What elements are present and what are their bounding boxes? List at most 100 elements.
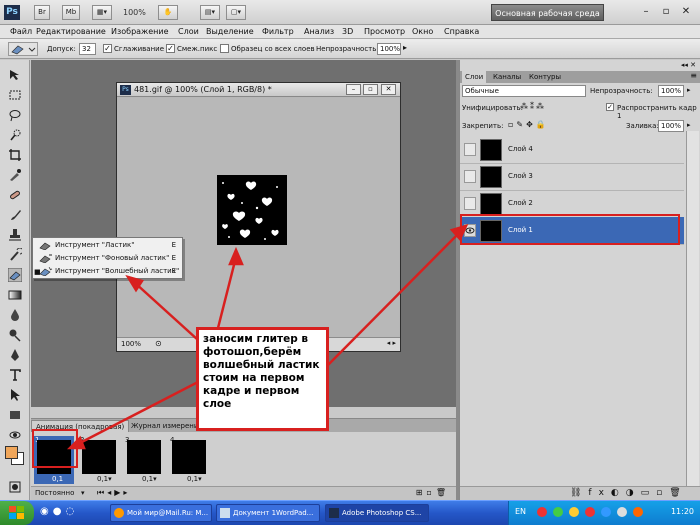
history-brush-tool-icon[interactable] bbox=[8, 248, 22, 262]
doc-restore-icon[interactable]: ▫ bbox=[363, 84, 378, 95]
propagate-checkbox[interactable]: ✓ bbox=[606, 103, 614, 111]
3d-rotate-tool-icon[interactable] bbox=[8, 428, 22, 442]
animation-frame-4[interactable]: 4 0,1▾ bbox=[169, 436, 209, 484]
minibridge-button[interactable]: Mb bbox=[62, 5, 80, 20]
tray-app-icon[interactable] bbox=[569, 507, 579, 517]
lock-buttons-icon[interactable]: ▫✎✥🔒 bbox=[508, 120, 549, 129]
menu-file[interactable]: Файл bbox=[10, 27, 32, 36]
frame-actions-icon[interactable]: ⊞▫🗑 bbox=[416, 488, 450, 497]
unify-buttons-icon[interactable]: ⁂⁑⁂ bbox=[520, 102, 546, 111]
menu-3d[interactable]: 3D bbox=[342, 27, 353, 36]
blur-tool-icon[interactable] bbox=[8, 308, 22, 322]
tray-volume-icon[interactable] bbox=[617, 507, 627, 517]
path-selection-tool-icon[interactable] bbox=[8, 388, 22, 402]
panel-collapse-icon[interactable]: ◂◂ ✕ bbox=[681, 61, 696, 69]
menu-help[interactable]: Справка bbox=[444, 27, 479, 36]
minimize-icon[interactable]: – bbox=[640, 6, 652, 18]
tab-measurement-log[interactable]: Журнал измерений bbox=[127, 420, 207, 432]
eraser-tool-icon[interactable] bbox=[8, 268, 22, 282]
marquee-tool-icon[interactable] bbox=[8, 88, 22, 102]
layer-row-4[interactable]: Слой 4 bbox=[460, 136, 684, 164]
doc-scroll-icon[interactable]: ◂ ▸ bbox=[387, 339, 396, 347]
document-zoom[interactable]: 100% bbox=[121, 340, 141, 348]
frame-delay[interactable]: 0,1▾ bbox=[97, 475, 112, 483]
view-extras-icon[interactable]: ▦▾ bbox=[92, 5, 112, 20]
tab-layers[interactable]: Слои bbox=[462, 71, 487, 83]
menu-select[interactable]: Выделение bbox=[206, 27, 254, 36]
document-canvas[interactable] bbox=[118, 98, 399, 338]
status-info-icon[interactable]: ⊙ bbox=[155, 339, 162, 348]
doc-minimize-icon[interactable]: – bbox=[346, 84, 361, 95]
pen-tool-icon[interactable] bbox=[8, 348, 22, 362]
arrange-documents-icon[interactable]: ▤▾ bbox=[200, 5, 220, 20]
layer-actions-icon[interactable]: ⛓fx◐◑▭▫🗑 bbox=[570, 488, 688, 498]
menu-window[interactable]: Окно bbox=[412, 27, 433, 36]
animation-frame-2[interactable]: 2 0,1▾ bbox=[79, 436, 119, 484]
start-button[interactable] bbox=[0, 501, 34, 525]
opacity-input[interactable]: 100% bbox=[377, 43, 401, 55]
flyout-item-magic-eraser[interactable]: ■ Инструмент "Волшебный ластик" E bbox=[33, 265, 182, 278]
quick-selection-tool-icon[interactable] bbox=[8, 128, 22, 142]
document-titlebar[interactable]: Ps 481.gif @ 100% (Слой 1, RGB/8) * – ▫ … bbox=[117, 83, 400, 97]
type-tool-icon[interactable] bbox=[8, 368, 22, 382]
panel-menu-icon[interactable]: ≡ bbox=[690, 71, 697, 80]
playback-controls-icon[interactable]: ⏮◂▶▸ bbox=[97, 488, 130, 498]
visibility-toggle[interactable] bbox=[464, 197, 476, 210]
task-mail-ru[interactable]: Мой мир@Mail.Ru: М... bbox=[110, 504, 212, 522]
tray-messenger-icon[interactable] bbox=[601, 507, 611, 517]
dodge-tool-icon[interactable] bbox=[8, 328, 22, 342]
layer-opacity-input[interactable]: 100% bbox=[658, 85, 684, 97]
tray-mail-icon[interactable] bbox=[633, 507, 643, 517]
fill-input[interactable]: 100% bbox=[658, 120, 684, 132]
quicklaunch-icons[interactable]: ◉●◌ bbox=[40, 506, 78, 517]
screen-mode-icon[interactable]: ▢▾ bbox=[226, 5, 246, 20]
flyout-item-background-eraser[interactable]: Инструмент "Фоновый ластик" E bbox=[33, 252, 182, 265]
antialias-checkbox[interactable]: ✓ bbox=[103, 44, 112, 53]
frame-delay[interactable]: 0,1▾ bbox=[187, 475, 202, 483]
eyedropper-tool-icon[interactable] bbox=[8, 168, 22, 182]
quick-mask-icon[interactable] bbox=[8, 480, 22, 494]
shape-tool-icon[interactable] bbox=[8, 408, 22, 422]
tab-channels[interactable]: Каналы bbox=[490, 71, 524, 83]
loop-options-select[interactable]: Постоянно bbox=[35, 489, 74, 497]
crop-tool-icon[interactable] bbox=[8, 148, 22, 162]
fill-slider-icon[interactable]: ▸ bbox=[687, 121, 691, 129]
move-tool-icon[interactable] bbox=[8, 68, 22, 82]
tray-update-icon[interactable] bbox=[585, 507, 595, 517]
menu-layers[interactable]: Слои bbox=[178, 27, 199, 36]
menu-image[interactable]: Изображение bbox=[111, 27, 169, 36]
doc-close-icon[interactable]: ✕ bbox=[381, 84, 396, 95]
layers-scrollbar[interactable] bbox=[686, 131, 699, 491]
tool-preset-picker[interactable] bbox=[8, 42, 38, 56]
zoom-level[interactable]: 100% bbox=[123, 8, 146, 17]
gradient-tool-icon[interactable] bbox=[8, 288, 22, 302]
menu-filter[interactable]: Фильтр bbox=[262, 27, 294, 36]
loop-dropdown-icon[interactable]: ▾ bbox=[81, 489, 85, 497]
visibility-toggle[interactable] bbox=[464, 170, 476, 183]
hand-tool-icon[interactable]: ✋ bbox=[158, 5, 178, 20]
visibility-toggle[interactable] bbox=[464, 143, 476, 156]
menu-view[interactable]: Просмотр bbox=[364, 27, 405, 36]
brush-tool-icon[interactable] bbox=[8, 208, 22, 222]
animation-frame-3[interactable]: 3 0,1▾ bbox=[124, 436, 164, 484]
lasso-tool-icon[interactable] bbox=[8, 108, 22, 122]
task-photoshop[interactable]: Adobe Photoshop CS... bbox=[325, 504, 429, 522]
foreground-color-swatch[interactable] bbox=[5, 446, 18, 459]
layer-row-3[interactable]: Слой 3 bbox=[460, 163, 684, 191]
flyout-item-eraser[interactable]: Инструмент "Ластик" E bbox=[33, 239, 182, 252]
tolerance-input[interactable]: 32 bbox=[79, 43, 96, 55]
opacity-slider-icon[interactable]: ▸ bbox=[687, 86, 691, 94]
bridge-button[interactable]: Br bbox=[34, 5, 50, 20]
frame-delay[interactable]: 0,1 bbox=[52, 475, 63, 483]
opacity-dropdown-icon[interactable]: ▸ bbox=[403, 43, 407, 52]
workspace-switcher[interactable]: Основная рабочая среда bbox=[491, 4, 604, 21]
menu-edit[interactable]: Редактирование bbox=[36, 27, 106, 36]
healing-brush-tool-icon[interactable] bbox=[8, 188, 22, 202]
task-wordpad[interactable]: Документ 1WordPad... bbox=[216, 504, 320, 522]
close-icon[interactable]: ✕ bbox=[680, 6, 692, 18]
sample-all-checkbox[interactable] bbox=[220, 44, 229, 53]
maximize-icon[interactable]: ▫ bbox=[660, 6, 672, 18]
language-indicator[interactable]: EN bbox=[515, 507, 526, 516]
tray-antivirus-icon[interactable] bbox=[537, 507, 547, 517]
blend-mode-select[interactable]: Обычные bbox=[462, 85, 586, 97]
